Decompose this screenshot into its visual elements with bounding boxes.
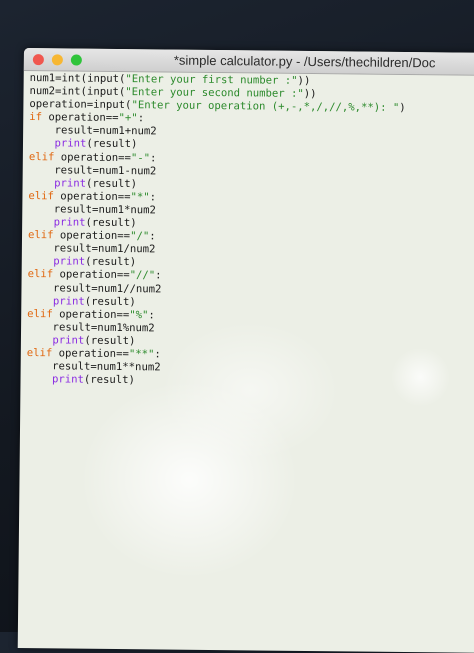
code-token: int <box>61 72 81 85</box>
keyword-token: elif <box>27 229 54 242</box>
code-token: operation= <box>29 98 94 111</box>
code-token: (result) <box>84 295 136 308</box>
code-token: operation== <box>53 268 130 282</box>
code-token: num2= <box>29 85 62 98</box>
zoom-window-icon[interactable] <box>70 54 82 66</box>
close-window-icon[interactable] <box>32 54 44 66</box>
code-token: input <box>86 85 119 99</box>
string-token: "%" <box>129 308 149 322</box>
string-token: "**" <box>128 348 155 361</box>
builtin-token: print <box>54 177 87 190</box>
keyword-token: elif <box>27 268 54 281</box>
builtin-token: print <box>54 137 87 151</box>
string-token: "/" <box>130 230 150 243</box>
keyword-token: if <box>29 111 43 124</box>
code-token: (result) <box>84 334 136 348</box>
window-title: *simple calculator.py - /Users/thechildr… <box>173 52 436 71</box>
code-token: input <box>93 98 126 112</box>
code-token: : <box>155 269 162 282</box>
code-token: int <box>61 85 81 98</box>
string-token: "Enter your operation (+,-,*,/,//,%,**):… <box>131 99 400 115</box>
code-token: operation== <box>52 347 129 361</box>
builtin-token: print <box>51 373 84 386</box>
editor-window: *simple calculator.py - /Users/thechildr… <box>17 48 474 653</box>
code-token: operation== <box>53 190 131 203</box>
code-token: (result) <box>85 177 138 190</box>
code-token: result=num1+num2 <box>54 124 157 138</box>
code-token: )) <box>297 74 311 88</box>
keyword-token: elif <box>28 150 55 163</box>
string-token: "*" <box>130 190 150 204</box>
code-token: operation== <box>54 150 131 164</box>
string-token: "-" <box>130 151 151 164</box>
code-token: operation== <box>41 111 119 125</box>
code-token: result=num1/num2 <box>53 242 156 256</box>
code-token: : <box>137 112 145 125</box>
keyword-token: elif <box>28 189 55 203</box>
code-token: result=num1-num2 <box>54 163 157 178</box>
builtin-token: print <box>52 294 85 308</box>
code-token: (result) <box>85 216 137 230</box>
code-token: : <box>149 191 157 204</box>
code-token: num1= <box>29 72 62 85</box>
code-token: : <box>154 348 161 361</box>
code-token: operation== <box>53 229 131 243</box>
code-token: result=num1**num2 <box>52 360 161 374</box>
code-token: (result) <box>85 255 137 269</box>
code-token: (result) <box>86 138 138 151</box>
code-token: (result) <box>83 373 136 387</box>
code-editor[interactable]: num1=int(input("Enter your first number … <box>24 72 474 653</box>
code-token: )) <box>303 88 317 101</box>
code-token: result=num1*num2 <box>53 203 156 217</box>
keyword-token: elif <box>27 307 53 321</box>
builtin-token: print <box>53 255 86 268</box>
code-token: input <box>87 72 120 85</box>
builtin-token: print <box>52 334 85 347</box>
minimize-window-icon[interactable] <box>51 54 63 66</box>
code-token: operation== <box>52 308 130 321</box>
code-token: : <box>149 151 157 164</box>
code-token: result=num1%num2 <box>52 321 155 335</box>
code-token: result=num1//num2 <box>52 281 162 295</box>
string-token: "Enter your first number :" <box>125 73 298 87</box>
code-token: : <box>149 230 156 243</box>
keyword-token: elif <box>26 347 53 360</box>
builtin-token: print <box>53 216 86 229</box>
code-token: : <box>148 309 155 322</box>
string-token: "Enter your second number :" <box>125 86 304 101</box>
code-token: ) <box>399 102 406 115</box>
string-token: "//" <box>129 269 156 282</box>
string-token: "+" <box>118 112 138 125</box>
